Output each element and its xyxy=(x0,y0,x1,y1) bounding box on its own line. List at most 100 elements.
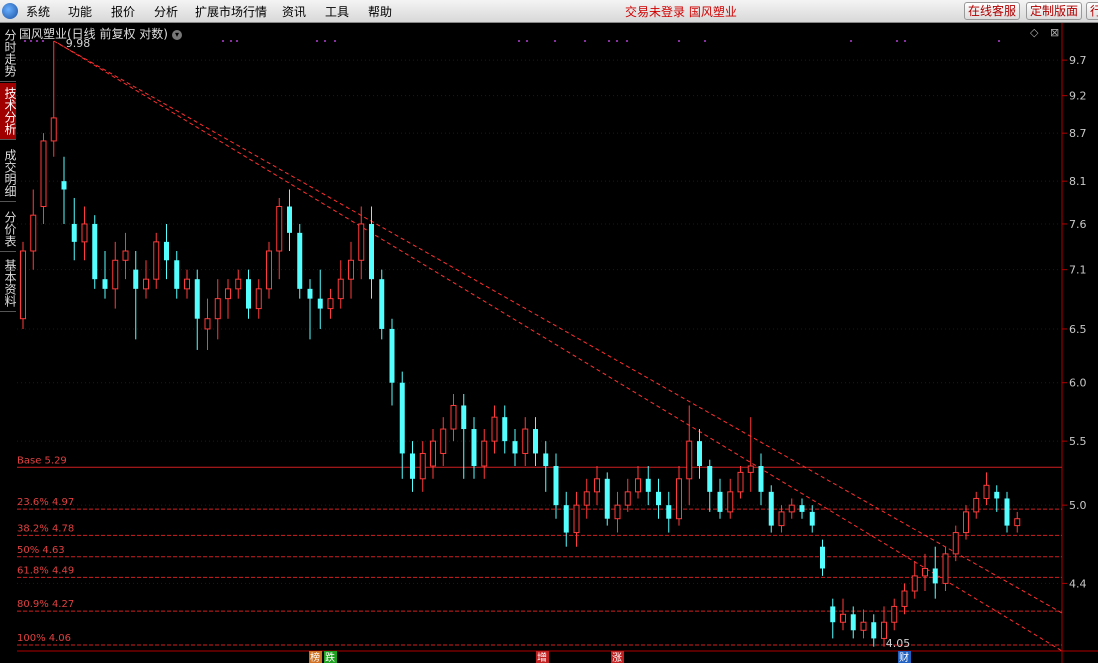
candle-body xyxy=(266,250,272,290)
candle-body xyxy=(337,278,344,300)
candle-body xyxy=(1004,498,1010,526)
candle-body xyxy=(246,279,251,309)
event-marker-label: 跌 xyxy=(325,651,335,663)
candle-body xyxy=(430,440,436,467)
candle-body xyxy=(911,575,918,592)
tab-price-table[interactable]: 分价表 xyxy=(0,207,17,252)
candle-body xyxy=(543,453,549,467)
candle-body xyxy=(881,621,887,639)
candle-body xyxy=(533,429,538,454)
candle-body xyxy=(799,505,805,512)
tab-intraday[interactable]: 分时走势 xyxy=(0,25,17,82)
login-status: 交易未登录 国风塑业 xyxy=(625,5,737,19)
menu-quote[interactable]: 报价 xyxy=(111,3,135,20)
candle-body xyxy=(952,532,959,555)
candle-body xyxy=(820,546,825,569)
signal-dot xyxy=(998,40,1000,42)
signal-dot xyxy=(316,40,318,42)
candle-body xyxy=(491,416,498,442)
menu-news[interactable]: 资讯 xyxy=(282,3,306,20)
y-tick-label: 6.0 xyxy=(1069,377,1087,390)
y-tick-label: 9.2 xyxy=(1069,90,1087,103)
candle-body xyxy=(481,440,488,467)
fib-label: 38.2% 4.78 xyxy=(17,523,74,534)
candle-body xyxy=(30,214,37,252)
signal-dot xyxy=(222,40,224,42)
fib-label: 80.9% 4.27 xyxy=(17,599,74,610)
candle-body xyxy=(204,318,211,330)
y-tick-label: 4.4 xyxy=(1069,577,1087,590)
candle-body xyxy=(71,223,77,242)
signal-dot xyxy=(518,40,520,42)
candle-body xyxy=(573,504,580,534)
candle-body xyxy=(81,223,88,243)
candle-body xyxy=(871,622,877,639)
candle-body xyxy=(20,250,26,320)
menu-system[interactable]: 系统 xyxy=(26,3,50,20)
candle-body xyxy=(40,140,47,208)
event-marker-label: 榜 xyxy=(310,651,320,663)
menu-analysis[interactable]: 分析 xyxy=(154,3,178,20)
candle-body xyxy=(676,478,682,520)
signal-dot xyxy=(324,40,326,42)
candle-body xyxy=(583,491,590,506)
candle-body xyxy=(645,478,651,492)
candle-body xyxy=(594,478,600,493)
candle-body xyxy=(788,504,795,513)
candle-body xyxy=(164,241,169,261)
candle-body xyxy=(358,223,365,261)
menu-bar: 系统 功能 报价 分析 扩展市场行情 资讯 工具 帮助 交易未登录 国风塑业 在… xyxy=(0,0,1098,23)
signal-dot xyxy=(626,40,628,42)
event-marker-label: 增 xyxy=(537,651,547,663)
kline-chart[interactable]: 9.7 9.2 8.7 8.1 7.6 7.1 6.5 6.0 5.5 5.0 4.4 Base 5… xyxy=(17,23,1098,663)
close-icon[interactable]: ⊠ xyxy=(1050,26,1059,39)
candle-body xyxy=(50,117,57,142)
candle-body xyxy=(184,278,190,290)
candle-body xyxy=(624,491,631,506)
candle-body xyxy=(327,298,334,310)
candle-body xyxy=(461,405,467,430)
candle-body xyxy=(737,471,744,493)
candle-body xyxy=(255,288,262,310)
menu-help[interactable]: 帮助 xyxy=(368,3,392,20)
candle-body xyxy=(276,206,283,252)
candle-body xyxy=(92,223,98,280)
signal-dot xyxy=(904,40,906,42)
custom-layout-button[interactable]: 定制版面 xyxy=(1026,2,1083,20)
candle-body xyxy=(379,279,385,329)
candle-body xyxy=(440,428,447,454)
menu-extended-market[interactable]: 扩展市场行情 xyxy=(195,3,267,20)
candle-body xyxy=(194,279,200,319)
y-tick-label: 8.7 xyxy=(1069,127,1087,140)
candle-body xyxy=(666,505,672,519)
signal-dot xyxy=(236,40,238,42)
chevron-down-icon[interactable]: ▾ xyxy=(172,29,182,40)
candle-body xyxy=(153,241,160,280)
candle-body xyxy=(768,491,774,526)
menu-tools[interactable]: 工具 xyxy=(325,3,349,20)
candle-body xyxy=(809,511,815,526)
menu-function[interactable]: 功能 xyxy=(68,3,92,20)
candle-body xyxy=(727,491,734,513)
candle-body xyxy=(122,250,129,261)
online-service-button[interactable]: 在线客服 xyxy=(964,2,1021,20)
candle-body xyxy=(399,382,405,454)
tab-technical[interactable]: 技术分析 xyxy=(0,83,17,140)
candle-body xyxy=(522,428,529,454)
candle-body xyxy=(410,453,415,479)
candle-body xyxy=(297,232,303,289)
candle-body xyxy=(747,465,754,473)
diamond-icon[interactable]: ◇ xyxy=(1030,26,1038,39)
event-marker-label: 财 xyxy=(899,651,909,663)
candle-body xyxy=(656,491,661,506)
candle-body xyxy=(891,605,898,623)
chart-title: 国风塑业(日线 前复权 对数) xyxy=(19,27,168,41)
low-price-label: 4.05 xyxy=(886,637,911,650)
tab-profile[interactable]: 基本资料 xyxy=(0,255,17,312)
more-button[interactable]: 行 xyxy=(1086,2,1098,20)
candle-body xyxy=(994,491,1000,499)
tab-trades[interactable]: 成交明细 xyxy=(0,145,17,202)
y-tick-label: 5.0 xyxy=(1069,499,1087,512)
candle-body xyxy=(686,440,693,480)
candle-body xyxy=(932,568,938,584)
